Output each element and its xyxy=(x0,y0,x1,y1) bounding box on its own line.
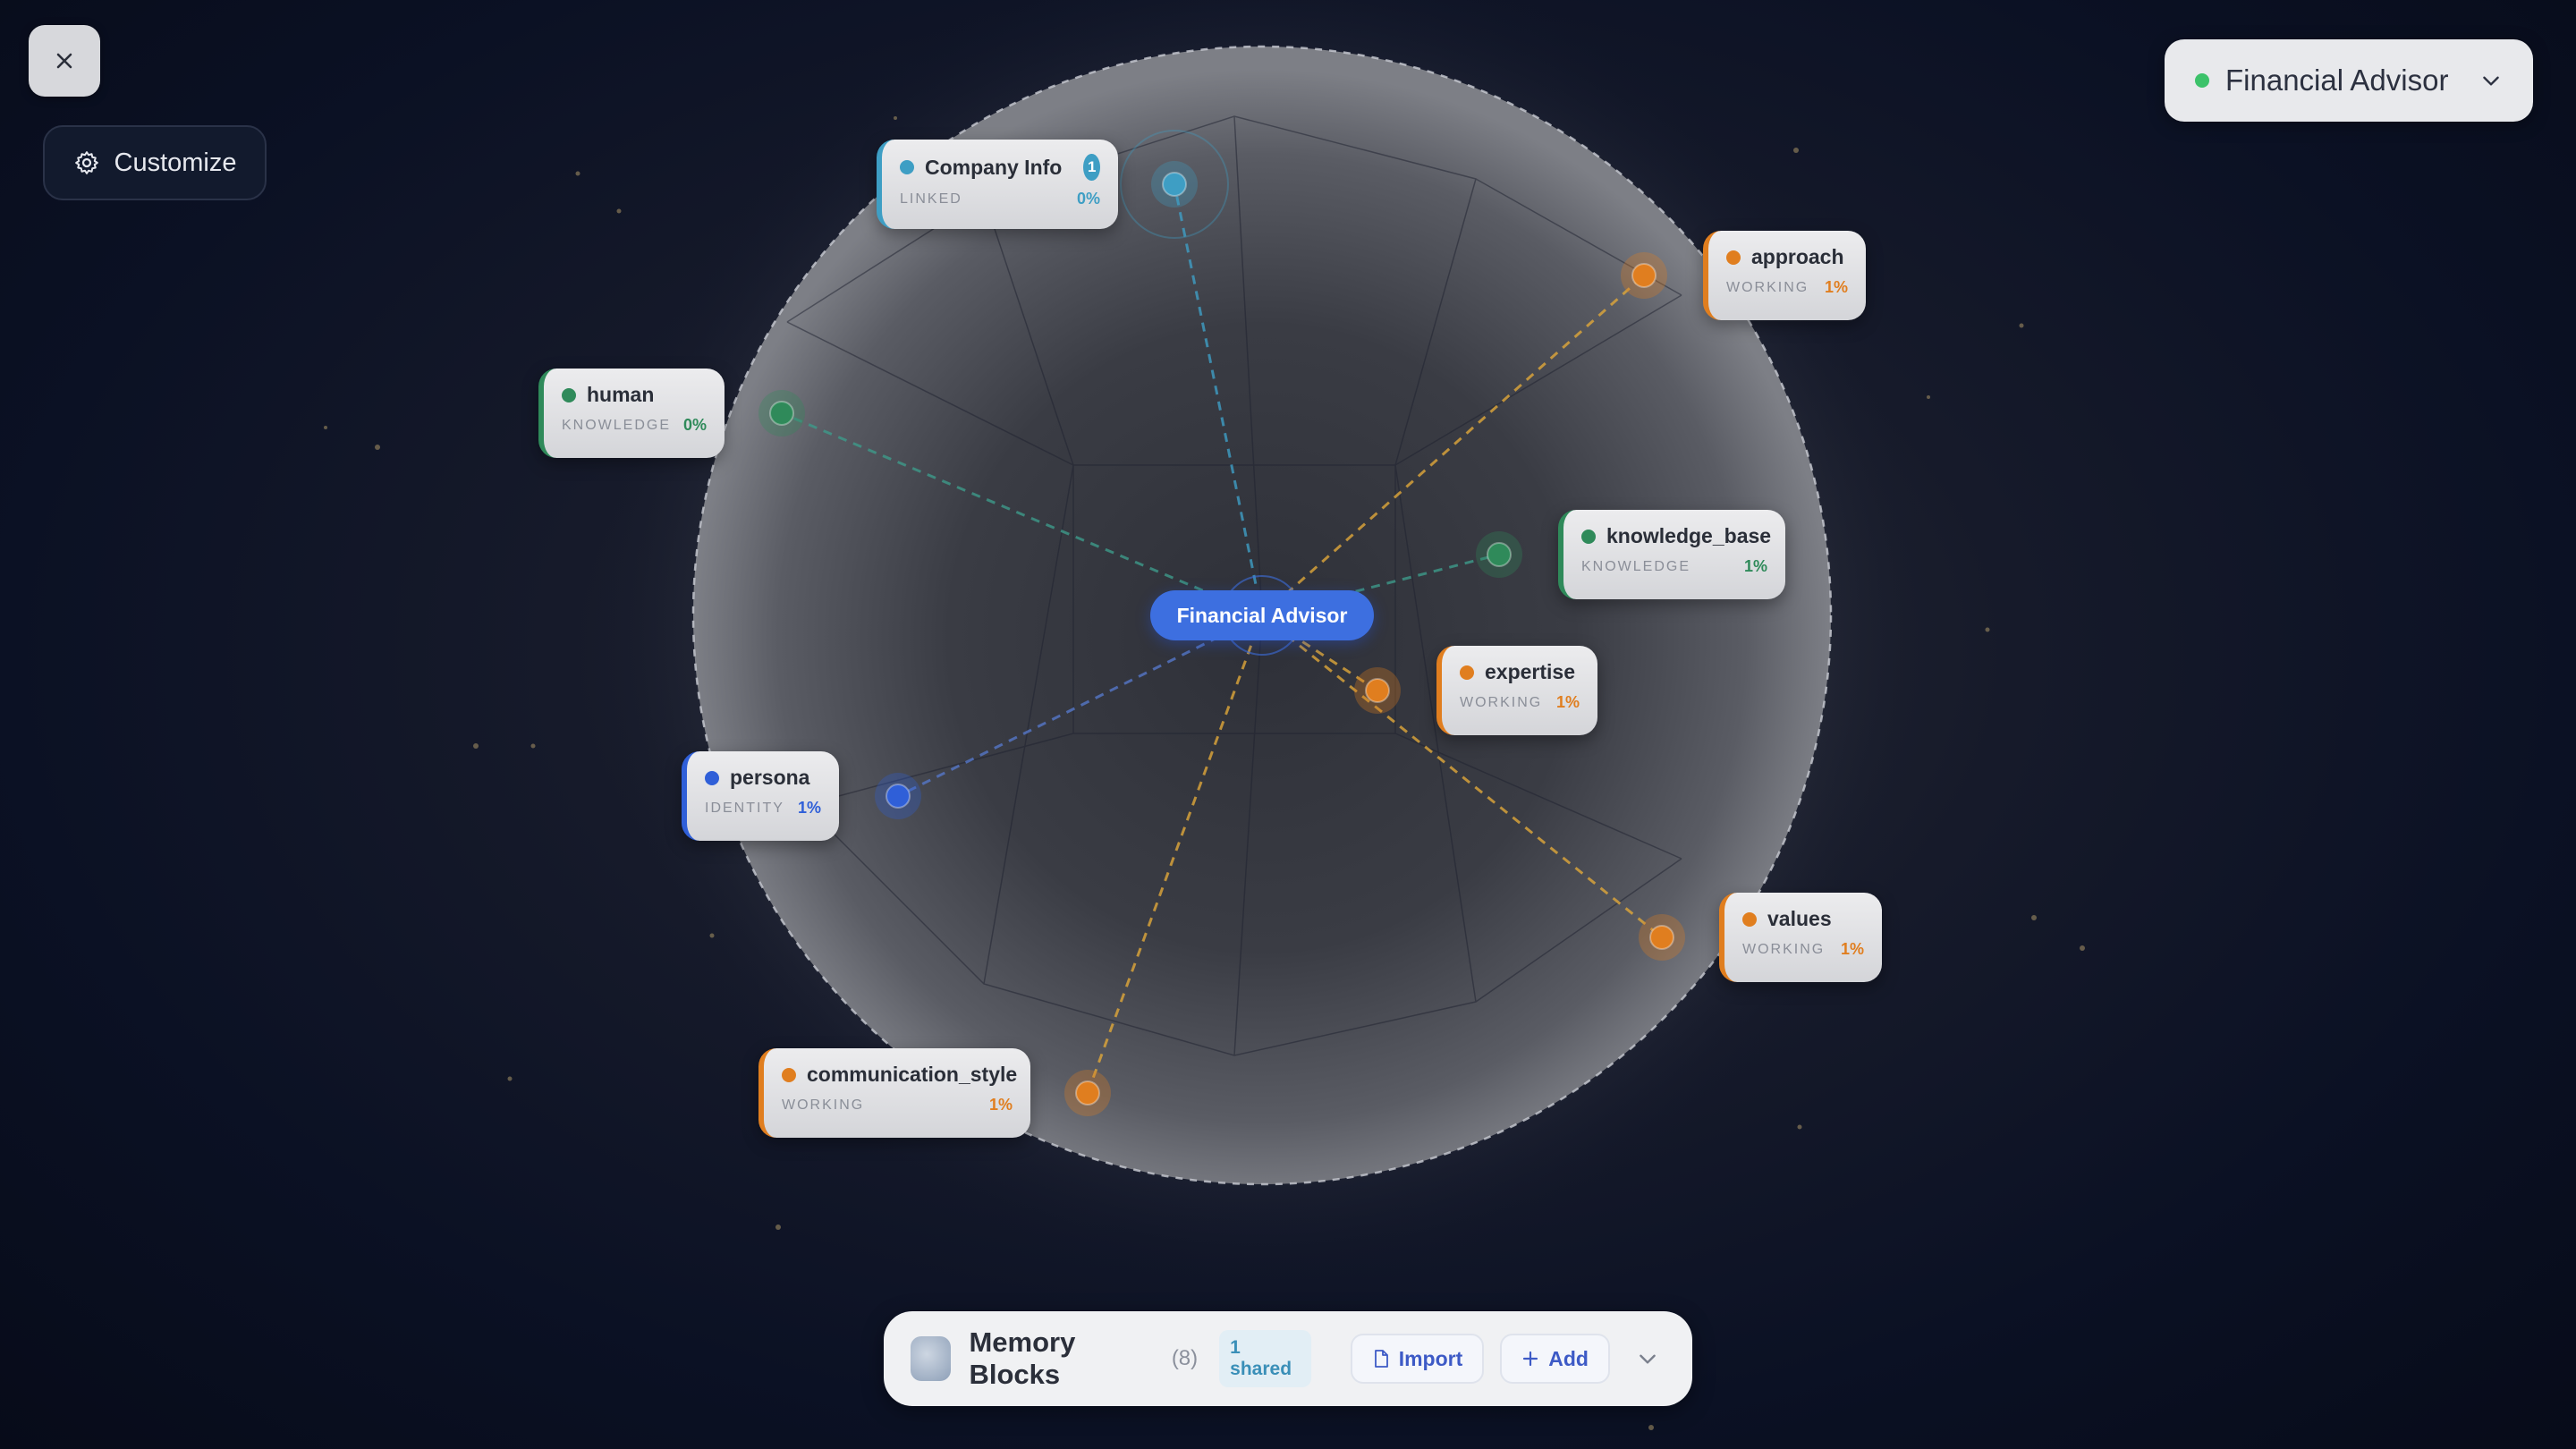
memory-block-type: KNOWLEDGE xyxy=(1581,558,1691,574)
file-icon xyxy=(1374,1350,1388,1368)
memory-block-label: human xyxy=(587,383,655,406)
memory-block-title-row: knowledge_base xyxy=(1581,524,1771,548)
memory-block-type: WORKING xyxy=(1726,279,1809,295)
memory-block-usage: 1% xyxy=(1824,278,1848,296)
memory-block-communication-style[interactable]: communication_style WORKING 1% xyxy=(758,1048,1030,1138)
memory-block-color-dot xyxy=(1460,665,1474,680)
close-button[interactable] xyxy=(29,25,100,97)
memory-block-label: expertise xyxy=(1485,660,1576,683)
agent-selector[interactable]: Financial Advisor xyxy=(2165,39,2533,122)
memory-block-type: WORKING xyxy=(782,1097,865,1113)
memory-node-communication-style[interactable] xyxy=(1075,1080,1100,1106)
memory-block-title-row: human xyxy=(562,383,707,407)
chevron-down-icon xyxy=(2483,76,2499,86)
plus-icon xyxy=(1523,1351,1538,1367)
memory-block-human[interactable]: human KNOWLEDGE 0% xyxy=(538,369,724,458)
memory-block-type: WORKING xyxy=(1460,694,1543,710)
add-label: Add xyxy=(1548,1346,1589,1370)
memory-node-expertise[interactable] xyxy=(1365,678,1390,703)
memory-block-label: persona xyxy=(730,766,810,789)
memory-block-type: LINKED xyxy=(900,191,962,207)
memory-block-meta-row: WORKING 1% xyxy=(1460,693,1580,712)
memory-block-usage: 1% xyxy=(1555,693,1580,711)
customize-label: Customize xyxy=(114,148,237,177)
memory-block-title-row: communication_style xyxy=(782,1063,1017,1087)
memory-block-persona[interactable]: persona IDENTITY 1% xyxy=(682,751,839,841)
memory-block-color-dot xyxy=(1581,529,1596,544)
memory-block-meta-row: WORKING 1% xyxy=(782,1096,1013,1114)
memory-block-meta-row: KNOWLEDGE 1% xyxy=(1581,557,1767,576)
memory-graph-scene: Customize Financial Advisor Financial Ad… xyxy=(0,0,2576,1449)
memory-block-title-row: persona xyxy=(705,766,821,790)
memory-block-label: knowledge_base xyxy=(1606,524,1772,547)
memory-blocks-toolbar: Memory Blocks (8) 1 shared Import Add xyxy=(884,1311,1692,1406)
memory-block-color-dot xyxy=(705,770,719,785)
memory-block-expertise[interactable]: expertise WORKING 1% xyxy=(1436,646,1597,735)
memory-block-label: communication_style xyxy=(807,1063,1018,1086)
memory-block-meta-row: WORKING 1% xyxy=(1726,278,1848,297)
memory-node-human[interactable] xyxy=(769,401,794,426)
memory-node-knowledge-base[interactable] xyxy=(1487,542,1512,567)
memory-block-title-row: values xyxy=(1742,907,1864,931)
memory-block-type: IDENTITY xyxy=(705,800,784,816)
memory-block-title-row: expertise xyxy=(1460,660,1580,684)
memory-node-persona[interactable] xyxy=(886,784,911,809)
customize-button[interactable]: Customize xyxy=(43,125,267,200)
memory-block-meta-row: LINKED 0% xyxy=(900,190,1100,208)
agent-status-dot xyxy=(2195,73,2209,88)
memory-block-label: approach xyxy=(1751,245,1844,268)
add-button[interactable]: Add xyxy=(1500,1334,1610,1384)
memory-block-type: KNOWLEDGE xyxy=(562,417,672,433)
memory-block-meta-row: KNOWLEDGE 0% xyxy=(562,416,707,435)
chevron-down-icon xyxy=(1640,1354,1656,1364)
gear-icon xyxy=(74,151,98,174)
memory-block-color-dot xyxy=(562,387,576,402)
toolbar-expand-button[interactable] xyxy=(1630,1339,1665,1378)
memory-block-approach[interactable]: approach WORKING 1% xyxy=(1703,231,1866,320)
memory-block-title-row: Company Info 1 xyxy=(900,154,1100,181)
close-icon xyxy=(56,53,72,69)
memory-node-approach[interactable] xyxy=(1631,263,1657,288)
memory-block-label: values xyxy=(1767,907,1832,930)
memory-block-usage: 1% xyxy=(1840,940,1864,958)
memory-block-color-dot xyxy=(1726,250,1741,265)
memory-block-knowledge-base[interactable]: knowledge_base KNOWLEDGE 1% xyxy=(1558,510,1785,599)
toolbar-count: (8) xyxy=(1171,1346,1199,1370)
memory-block-usage: 1% xyxy=(1743,557,1767,575)
memory-block-company-info[interactable]: Company Info 1 LINKED 0% xyxy=(877,140,1118,229)
import-button[interactable]: Import xyxy=(1350,1334,1485,1384)
toolbar-title: Memory Blocks xyxy=(969,1326,1076,1390)
memory-block-usage: 0% xyxy=(682,416,707,434)
memory-block-meta-row: WORKING 1% xyxy=(1742,940,1864,959)
import-label: Import xyxy=(1398,1346,1463,1370)
memory-node-values[interactable] xyxy=(1649,925,1674,950)
memory-block-usage: 1% xyxy=(797,799,821,817)
memory-block-usage: 0% xyxy=(1076,190,1100,208)
linked-count-badge: 1 xyxy=(1083,154,1100,181)
brain-icon xyxy=(911,1336,952,1381)
memory-block-meta-row: IDENTITY 1% xyxy=(705,799,821,818)
memory-block-title-row: approach xyxy=(1726,245,1848,269)
graph-background xyxy=(324,0,2085,1430)
memory-block-color-dot xyxy=(900,160,914,174)
memory-block-values[interactable]: values WORKING 1% xyxy=(1719,893,1882,982)
agent-selector-label: Financial Advisor xyxy=(2225,64,2449,97)
memory-block-type: WORKING xyxy=(1742,941,1826,957)
memory-block-label: Company Info xyxy=(925,155,1063,179)
memory-block-color-dot xyxy=(782,1067,796,1082)
memory-node-company-info[interactable] xyxy=(1162,172,1187,197)
shared-badge[interactable]: 1 shared xyxy=(1219,1330,1311,1387)
center-agent-node[interactable]: Financial Advisor xyxy=(1150,590,1374,640)
memory-block-color-dot xyxy=(1742,911,1757,927)
memory-block-usage: 1% xyxy=(988,1096,1013,1114)
